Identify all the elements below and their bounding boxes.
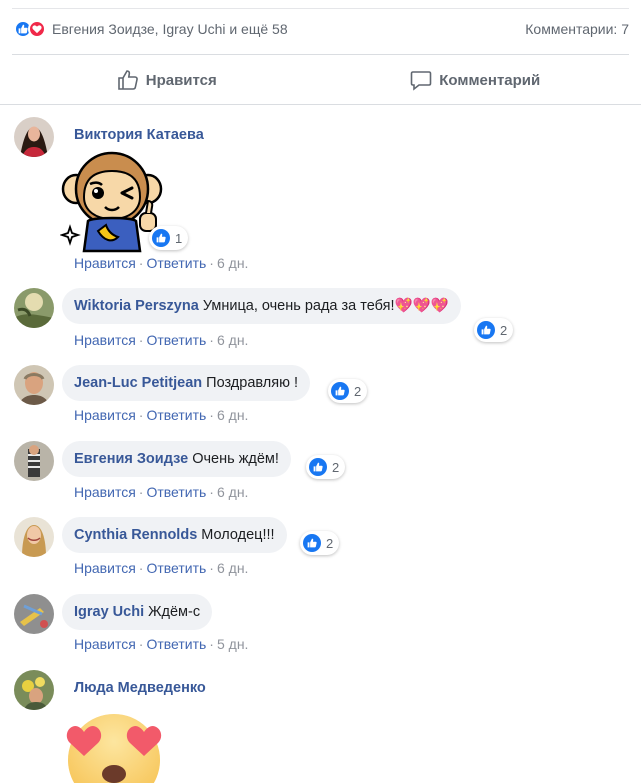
top-divider: [12, 8, 629, 9]
comment-author[interactable]: Wiktoria Perszyna: [74, 298, 199, 314]
comment-text: Очень ждём!: [192, 451, 279, 467]
reaction-names[interactable]: Евгения Зоидзе, Igray Uchi и ещё 58: [52, 21, 288, 37]
reaction-count-badge[interactable]: 2: [328, 379, 368, 403]
comment-text: Молодец!!!: [201, 527, 275, 543]
avatar[interactable]: [14, 670, 54, 710]
comment-bubble: Igray Uchi Ждём-с: [62, 594, 213, 630]
comment-bubble: Cynthia Rennolds Молодец!!!: [62, 517, 287, 553]
reaction-icons[interactable]: [14, 20, 46, 38]
comment-author[interactable]: Люда Медведенко: [74, 680, 206, 696]
like-link[interactable]: Нравится: [74, 407, 136, 423]
comment-bubble: Wiktoria Perszyna Умница, очень рада за …: [62, 288, 461, 324]
thumbs-up-icon: [117, 70, 138, 90]
comment: Wiktoria Perszyna Умница, очень рада за …: [14, 288, 641, 352]
reply-link[interactable]: Ответить: [146, 332, 206, 348]
comment-author[interactable]: Евгения Зоидзе: [74, 451, 188, 467]
like-button-label: Нравится: [145, 71, 217, 89]
comment-author[interactable]: Cynthia Rennolds: [74, 527, 197, 543]
reply-link[interactable]: Ответить: [146, 407, 206, 423]
timestamp[interactable]: 6 дн.: [217, 255, 248, 271]
like-icon: [477, 321, 495, 339]
reaction-count-badge[interactable]: 2: [306, 455, 346, 479]
comment-text: Умница, очень рада за тебя!💖💖💖: [202, 298, 449, 314]
comment-meta: Нравится · Ответить · 6 дн.: [74, 560, 249, 576]
reply-link[interactable]: Ответить: [146, 255, 206, 271]
comment: Igray Uchi Ждём-с Нравится · Ответить · 5 дн…: [14, 594, 641, 658]
action-bar: Нравится Комментарий: [12, 58, 629, 102]
reply-link[interactable]: Ответить: [146, 636, 206, 652]
like-link[interactable]: Нравится: [74, 560, 136, 576]
timestamp[interactable]: 5 дн.: [217, 636, 248, 652]
comment-button[interactable]: Комментарий: [321, 58, 630, 102]
avatar[interactable]: [14, 365, 54, 405]
comment-author[interactable]: Igray Uchi: [74, 604, 144, 620]
timestamp[interactable]: 6 дн.: [217, 407, 248, 423]
reaction-count-badge[interactable]: 2: [474, 318, 514, 342]
comment-meta: Нравится · Ответить · 6 дн.: [74, 255, 249, 271]
divider: [0, 104, 641, 105]
like-icon: [303, 534, 321, 552]
like-icon: [331, 382, 349, 400]
avatar[interactable]: [14, 288, 54, 328]
comment-meta: Нравится · Ответить · 6 дн.: [74, 407, 249, 423]
comment-meta: Нравится · Ответить · 6 дн.: [74, 332, 249, 348]
comment: Jean-Luc Petitjean Поздравляю ! 2 Нравит…: [14, 365, 641, 429]
speech-bubble-icon: [410, 71, 432, 91]
divider: [12, 54, 629, 55]
avatar[interactable]: [14, 441, 54, 481]
avatar[interactable]: [14, 517, 54, 557]
love-icon: [28, 20, 46, 38]
like-link[interactable]: Нравится: [74, 484, 136, 500]
comment: Cynthia Rennolds Молодец!!! 2 Нравится · О…: [14, 517, 641, 581]
comment-bubble: Евгения Зоидзе Очень ждём!: [62, 441, 291, 477]
comment-meta: Нравится · Ответить · 5 дн.: [74, 636, 249, 652]
comment: Евгения Зоидзе Очень ждём! 2 Нравится · От…: [14, 441, 641, 505]
comment: Виктория Катаева 1 Нравится · Ответить · 6 д…: [14, 117, 641, 277]
like-link[interactable]: Нравится: [74, 332, 136, 348]
comment-meta: Нравится · Ответить · 6 дн.: [74, 484, 249, 500]
like-icon: [152, 229, 170, 247]
avatar[interactable]: [14, 594, 54, 634]
timestamp[interactable]: 6 дн.: [217, 484, 248, 500]
comment-text: Поздравляю !: [206, 375, 299, 391]
reply-link[interactable]: Ответить: [146, 560, 206, 576]
comment-author[interactable]: Виктория Катаева: [74, 127, 204, 143]
like-button[interactable]: Нравится: [12, 58, 321, 102]
comment-bubble: Jean-Luc Petitjean Поздравляю !: [62, 365, 311, 401]
avatar[interactable]: [14, 117, 54, 157]
comment-text: Ждём-с: [148, 604, 201, 620]
reply-link[interactable]: Ответить: [146, 484, 206, 500]
reactions-summary[interactable]: Евгения Зоидзе, Igray Uchi и ещё 58 Комм…: [14, 17, 629, 41]
like-link[interactable]: Нравится: [74, 255, 136, 271]
reaction-count-badge[interactable]: 2: [300, 531, 340, 555]
timestamp[interactable]: 6 дн.: [217, 560, 248, 576]
comment: Люда Медведенко: [14, 670, 641, 783]
comment-author[interactable]: Jean-Luc Petitjean: [74, 375, 202, 391]
like-icon: [309, 458, 327, 476]
timestamp[interactable]: 6 дн.: [217, 332, 248, 348]
comment-button-label: Комментарий: [439, 71, 541, 89]
like-link[interactable]: Нравится: [74, 636, 136, 652]
reaction-count-badge[interactable]: 1: [149, 226, 189, 250]
comments-count-link[interactable]: Комментарии: 7: [525, 21, 629, 37]
heart-eyes-emoji-sticker: [62, 712, 166, 783]
